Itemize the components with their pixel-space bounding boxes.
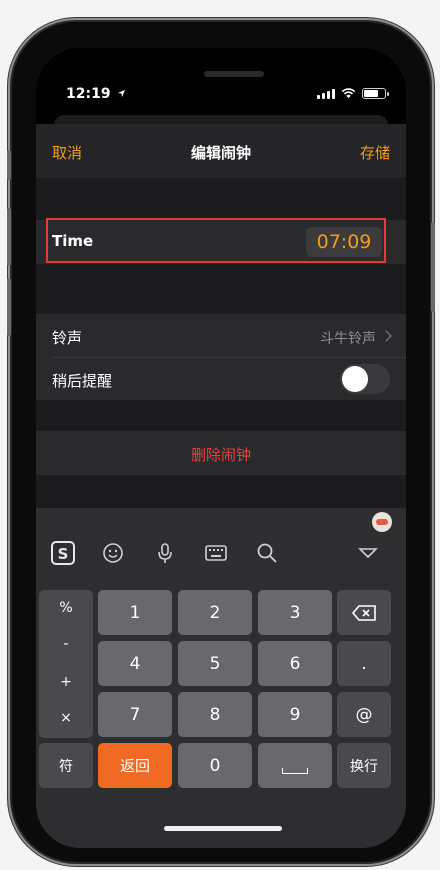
delete-alarm-button[interactable]: 删除闹钟 [36, 431, 406, 475]
emoji-icon[interactable] [102, 542, 124, 564]
key-7[interactable]: 7 [98, 692, 172, 737]
wifi-icon [341, 88, 356, 99]
symbol-minus-key[interactable]: - [39, 636, 93, 652]
status-indicators [317, 88, 389, 99]
home-indicator[interactable] [164, 826, 282, 831]
symbol-plus-key[interactable]: + [39, 674, 93, 690]
status-time: 12:19 [66, 86, 126, 102]
collapse-icon[interactable] [358, 546, 378, 560]
mascot-badge-icon[interactable] [372, 512, 392, 532]
key-2[interactable]: 2 [178, 590, 252, 635]
save-button[interactable]: 存储 [360, 142, 390, 163]
search-icon[interactable] [256, 542, 278, 564]
snooze-label: 稍后提醒 [52, 372, 113, 390]
dot-key[interactable]: . [337, 641, 391, 686]
space-key[interactable] [258, 743, 332, 788]
page-title: 编辑闹钟 [190, 144, 251, 162]
snooze-toggle[interactable] [340, 364, 390, 394]
delete-alarm-label: 删除闹钟 [190, 446, 251, 464]
key-8[interactable]: 8 [178, 692, 252, 737]
key-6[interactable]: 6 [258, 641, 332, 686]
microphone-icon[interactable] [154, 542, 176, 564]
at-key[interactable]: @ [337, 692, 391, 737]
cellular-signal-icon [317, 88, 335, 99]
space-icon [282, 767, 308, 774]
ringtone-label: 铃声 [52, 329, 83, 347]
chevron-right-icon [380, 330, 392, 342]
return-key[interactable]: 返回 [98, 743, 172, 788]
key-3[interactable]: 3 [258, 590, 332, 635]
sogou-logo-icon[interactable]: S [50, 540, 76, 566]
keyboard: S % - + × 1 2 3 4 5 6 . 7 8 9 @ 符 返回 0 换… [36, 508, 406, 848]
toggle-knob [342, 366, 368, 392]
power-button [431, 222, 435, 312]
newline-key[interactable]: 换行 [337, 743, 391, 788]
symbol-percent-key[interactable]: % [39, 600, 93, 616]
speaker [204, 71, 264, 77]
settings-group: 铃声 斗牛铃声 稍后提醒 [36, 314, 406, 400]
symbol-column: % - + × [39, 590, 93, 738]
key-4[interactable]: 4 [98, 641, 172, 686]
svg-text:S: S [58, 545, 69, 563]
battery-icon [362, 88, 389, 99]
keyboard-icon[interactable] [204, 542, 228, 564]
phone-frame: 12:19 取消 编辑闹钟 存储 Time 07:09 铃声 斗牛铃声 稍后提醒… [7, 22, 435, 862]
keyboard-toolbar: S [36, 536, 406, 572]
backspace-key[interactable] [337, 590, 391, 635]
ringtone-value: 斗牛铃声 [320, 331, 376, 347]
volume-up-button [7, 208, 11, 266]
ringtone-row[interactable]: 铃声 斗牛铃声 [36, 314, 406, 357]
symbols-key[interactable]: 符 [39, 743, 93, 788]
key-9[interactable]: 9 [258, 692, 332, 737]
navigation-bar: 取消 编辑闹钟 存储 [36, 124, 406, 178]
location-arrow-icon [118, 89, 126, 98]
key-1[interactable]: 1 [98, 590, 172, 635]
screen: 12:19 取消 编辑闹钟 存储 Time 07:09 铃声 斗牛铃声 稍后提醒… [36, 48, 406, 848]
mute-switch [7, 150, 11, 180]
volume-down-button [7, 278, 11, 336]
key-5[interactable]: 5 [178, 641, 252, 686]
backspace-icon [351, 604, 376, 621]
key-0[interactable]: 0 [178, 743, 252, 788]
symbol-times-key[interactable]: × [39, 710, 93, 726]
snooze-row: 稍后提醒 [36, 357, 406, 400]
time-row-highlight [46, 218, 386, 263]
